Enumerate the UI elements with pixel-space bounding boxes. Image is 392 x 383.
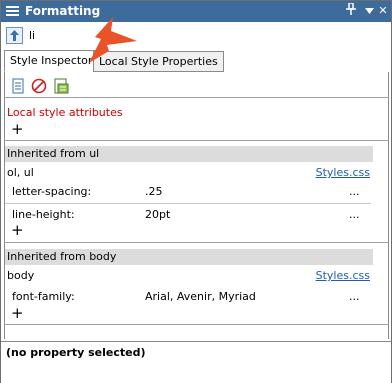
toolbar-divider	[4, 97, 389, 98]
selector-label: ol, ul	[7, 166, 34, 179]
status-bar: (no property selected)	[1, 341, 391, 383]
stylesheet-icon[interactable]	[53, 78, 69, 94]
local-style-heading: Local style attributes	[7, 106, 123, 119]
property-name[interactable]: font-family:	[12, 290, 75, 303]
tab-style-inspector[interactable]: Style Inspector	[4, 50, 99, 72]
property-value[interactable]: .25	[145, 185, 163, 198]
breadcrumb-element: li	[29, 29, 36, 42]
group-header-body: Inherited from body	[5, 249, 373, 265]
property-name[interactable]: letter-spacing:	[12, 185, 91, 198]
close-icon[interactable]: ✕	[375, 3, 391, 19]
add-local-style-button[interactable]: +	[11, 122, 24, 137]
tab-strip: Style Inspector Local Style Properties	[4, 50, 389, 72]
stylesheet-link[interactable]: Styles.css	[316, 166, 370, 179]
property-value[interactable]: Arial, Avenir, Myriad	[145, 290, 256, 303]
window-title: Formatting	[25, 4, 101, 18]
section-divider	[4, 140, 389, 141]
formatting-window: Formatting ✕ li Style Inspector Local St…	[0, 0, 392, 383]
row-divider	[5, 203, 371, 204]
status-text: (no property selected)	[6, 346, 146, 359]
add-property-button[interactable]: +	[11, 306, 24, 321]
more-options-button[interactable]: ...	[349, 290, 360, 303]
property-name[interactable]: line-height:	[12, 208, 75, 221]
more-options-button[interactable]: ...	[349, 185, 360, 198]
navigate-up-button[interactable]	[6, 27, 23, 44]
title-bar: Formatting ✕	[1, 1, 391, 22]
section-divider	[4, 242, 389, 243]
stylesheet-link[interactable]: Styles.css	[316, 269, 370, 282]
selector-label: body	[7, 269, 35, 282]
more-options-button[interactable]: ...	[349, 208, 360, 221]
document-icon[interactable]	[10, 78, 26, 94]
callout-arrow-icon	[89, 17, 137, 63]
section-divider	[4, 324, 389, 325]
prohibited-icon[interactable]	[31, 78, 47, 94]
add-property-button[interactable]: +	[11, 223, 24, 238]
hamburger-menu-icon[interactable]	[6, 6, 19, 17]
property-value[interactable]: 20pt	[145, 208, 170, 221]
group-header-ul: Inherited from ul	[5, 146, 373, 162]
pin-icon[interactable]	[343, 2, 359, 19]
